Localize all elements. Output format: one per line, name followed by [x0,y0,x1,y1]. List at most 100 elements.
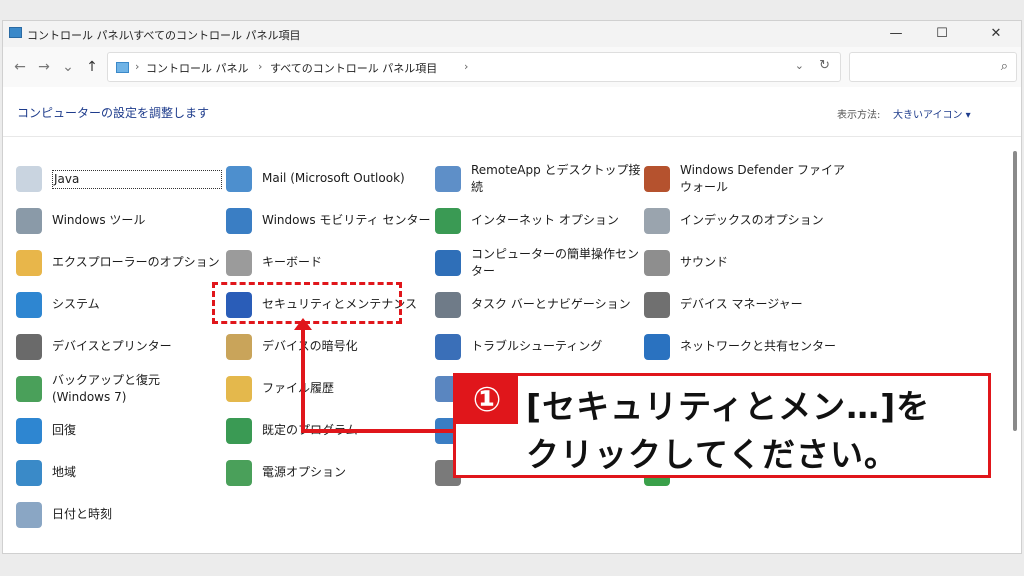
item-label: システム [52,297,100,311]
folder-options-icon [16,250,42,276]
item-label: ネットワークと共有センター [680,339,837,353]
item-label: Windows Defender ファイアウォール [680,163,845,194]
control-panel-item[interactable]: サウンド [644,246,844,286]
control-panel-item[interactable]: デバイス マネージャー [644,288,844,328]
item-label: トラブルシューティング [471,339,603,353]
control-panel-item[interactable]: RemoteApp とデスクトップ接続 [435,162,641,202]
item-label: ファイル履歴 [262,381,335,395]
control-panel-item[interactable]: システム [16,288,216,328]
control-panel-item[interactable]: 電源オプション [226,456,426,496]
printer-icon [16,334,42,360]
control-panel-item[interactable]: 日付と時刻 [16,498,216,538]
back-button[interactable]: ← [11,57,29,77]
item-label: デバイス マネージャー [680,297,803,311]
internet-options-icon [435,208,461,234]
instruction-line-1: [セキュリティとメン…]を [526,387,931,426]
item-label: タスク バーとナビゲーション [471,297,631,311]
item-label: デバイスとプリンター [52,339,172,353]
page-title: コンピューターの設定を調整します [17,106,210,120]
backup-icon [16,376,42,402]
system-icon [16,292,42,318]
item-label: エクスプローラーのオプション [52,255,220,269]
control-panel-item[interactable]: コンピューターの簡単操作センター [435,246,639,286]
control-panel-item[interactable]: Java [16,162,222,202]
item-label: インターネット オプション [471,213,619,227]
keyboard-icon [226,250,252,276]
recent-locations-button[interactable]: ⌄ [59,57,77,77]
breadcrumb-separator[interactable]: › [464,60,468,73]
control-panel-item[interactable]: インターネット オプション [435,204,635,244]
network-icon [644,334,670,360]
item-label: デバイスの暗号化 [262,339,358,353]
view-by-label: 表示方法: [837,110,881,121]
address-dropdown-icon[interactable]: ⌄ [795,59,804,72]
item-label: インデックスのオプション [680,213,824,227]
item-label: サウンド [680,255,729,269]
step-number: ① [456,376,518,424]
control-panel-item[interactable]: デバイスとプリンター [16,330,216,370]
control-panel-item[interactable]: デバイスの暗号化 [226,330,426,370]
instruction-callout: ① [セキュリティとメン…]を クリックしてください。 [453,373,991,478]
item-label: Mail (Microsoft Outlook) [262,171,405,185]
item-label: 日付と時刻 [52,507,113,521]
control-panel-item[interactable]: ネットワークと共有センター [644,330,844,370]
mail-icon [226,166,252,192]
maximize-button[interactable]: ☐ [919,21,965,47]
instruction-line-2: クリックしてください。 [526,435,899,474]
control-panel-item[interactable]: タスク バーとナビゲーション [435,288,635,328]
item-label: Windows モビリティ センター [262,213,431,227]
forward-button[interactable]: → [35,57,53,77]
breadcrumb-control-panel[interactable]: コントロール パネル [146,60,249,76]
search-icon: ⌕ [1000,59,1008,74]
troubleshoot-icon [435,334,461,360]
region-icon [16,460,42,486]
vertical-scrollbar[interactable] [1013,151,1017,431]
breadcrumb-separator[interactable]: › [258,60,262,73]
device-manager-icon [644,292,670,318]
item-label: キーボード [262,255,323,269]
item-label: 電源オプション [262,465,347,479]
minimize-button[interactable]: — [873,21,919,47]
default-programs-icon [226,418,252,444]
view-by-dropdown[interactable]: 大きいアイコン ▾ [893,106,971,121]
arrow-line [301,328,305,433]
control-panel-icon [9,27,22,38]
refresh-icon[interactable]: ↻ [819,58,830,73]
control-panel-item[interactable]: キーボード [226,246,426,286]
sound-icon [644,250,670,276]
firewall-icon [644,166,670,192]
control-panel-item[interactable]: Windows ツール [16,204,216,244]
windows-tools-icon [16,208,42,234]
item-label: Java [52,170,222,189]
breadcrumb-all-items[interactable]: すべてのコントロール パネル項目 [270,60,437,76]
control-panel-item[interactable]: 回復 [16,414,216,454]
control-panel-item[interactable]: Windows モビリティ センター [226,204,430,244]
item-label: 地域 [52,465,77,479]
control-panel-icon [116,62,129,73]
control-panel-item[interactable]: 既定のプログラム [226,414,426,454]
address-bar[interactable]: › コントロール パネル › すべてのコントロール パネル項目 › ⌄ ↻ [107,52,841,82]
item-label: 回復 [52,423,77,437]
java-icon [16,166,42,192]
control-panel-item[interactable]: バックアップと復元 (Windows 7) [16,372,216,412]
ease-of-access-icon [435,250,461,276]
title-bar[interactable]: コントロール パネル\すべてのコントロール パネル項目 — ☐ ✕ [3,21,1021,47]
item-label: Windows ツール [52,213,146,227]
taskbar-icon [435,292,461,318]
control-panel-item[interactable]: トラブルシューティング [435,330,635,370]
breadcrumb-separator[interactable]: › [135,60,139,73]
control-panel-item[interactable]: Mail (Microsoft Outlook) [226,162,426,202]
control-panel-item[interactable]: Windows Defender ファイアウォール [644,162,845,202]
address-toolbar: ← → ⌄ ↑ › コントロール パネル › すべてのコントロール パネル項目 … [3,47,1021,87]
control-panel-item[interactable]: ファイル履歴 [226,372,426,412]
up-button[interactable]: ↑ [83,57,101,77]
arrow-line [301,429,453,433]
item-label: RemoteApp とデスクトップ接続 [471,163,641,194]
control-panel-item[interactable]: インデックスのオプション [644,204,844,244]
indexing-icon [644,208,670,234]
control-panel-item[interactable]: 地域 [16,456,216,496]
close-button[interactable]: ✕ [973,21,1019,47]
power-icon [226,460,252,486]
search-input[interactable]: ⌕ [849,52,1017,82]
control-panel-item[interactable]: エクスプローラーのオプション [16,246,220,286]
